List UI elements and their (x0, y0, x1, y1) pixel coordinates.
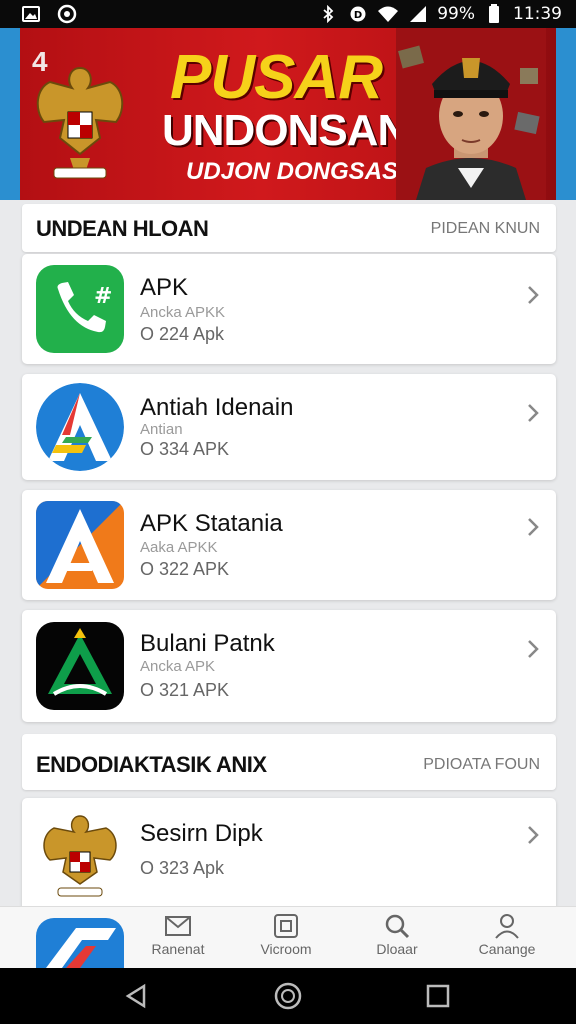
profile-icon (495, 914, 519, 939)
banner-panel: 4 PUSAR UNDONSAN UDJON DONGSAS (20, 28, 556, 200)
a-logo-app-icon (36, 383, 124, 471)
chevron-right-icon (528, 826, 539, 844)
nav-label: Vicroom (260, 941, 312, 957)
app-size: O 321 APK (140, 680, 230, 700)
app-name: Antiah Idenain (140, 394, 294, 421)
app-developer: Ancka APK (140, 658, 216, 675)
chevron-right-icon (528, 518, 539, 536)
svg-text:D: D (354, 10, 362, 21)
search-icon (385, 914, 410, 939)
app-size: O 334 APK (140, 439, 230, 459)
garuda-emblem-icon (36, 66, 124, 179)
section-header-top: UNDEAN HLOAN PIDEAN KNUN (22, 204, 556, 252)
battery-percent: 99% (437, 4, 475, 24)
app-list-item[interactable]: Sesirn Dipk O 323 Apk (22, 798, 556, 918)
banner-title: PUSAR (170, 43, 383, 112)
app-name: Bulani Patnk (140, 630, 275, 657)
app-name: APK Statania (140, 510, 283, 537)
app-list-item[interactable]: APK Statania Aaka APKK O 322 APK (22, 490, 556, 600)
app-list-item[interactable]: # APK Ancka APKK O 224 Apk (22, 254, 556, 364)
back-icon[interactable] (122, 982, 150, 1010)
chevron-right-icon (528, 404, 539, 422)
system-navigation-bar (0, 968, 576, 1024)
gallery-icon (20, 3, 42, 25)
mail-icon (165, 916, 191, 936)
app-size: O 323 Apk (140, 858, 225, 878)
notification-icon (56, 3, 78, 25)
nav-item-ranenat[interactable]: Ranenat (133, 913, 223, 957)
section-header-bottom: ENDODIAKTASIK ANIX PDIOATA FOUN (22, 734, 556, 790)
app-developer: Antian (140, 421, 183, 438)
nav-item-dloaar[interactable]: Dloaar (352, 913, 442, 957)
app-developer: Aaka APKK (140, 539, 218, 556)
green-triangle-app-icon (36, 622, 124, 710)
section-more-link[interactable]: PIDEAN KNUN (431, 220, 540, 238)
recents-icon[interactable] (424, 982, 452, 1010)
banner-subtitle: UNDONSAN (162, 106, 409, 155)
battery-icon (483, 3, 505, 25)
chevron-right-icon (528, 286, 539, 304)
home-icon[interactable] (274, 982, 302, 1010)
officer-portrait-icon (396, 28, 546, 200)
signal-icon (407, 3, 429, 25)
nav-item-canange[interactable]: Canange (462, 913, 552, 957)
bluetooth-icon (317, 3, 339, 25)
svg-text:#: # (94, 284, 112, 309)
app-size: O 224 Apk (140, 324, 225, 344)
status-bar: D 99% 11:39 (0, 0, 576, 28)
app-name: APK (140, 274, 189, 301)
section-more-link[interactable]: PDIOATA FOUN (423, 756, 540, 774)
data-saver-icon: D (347, 3, 369, 25)
garuda-app-icon (36, 812, 124, 900)
phone-app-icon: # (36, 265, 124, 353)
clock: 11:39 (513, 4, 562, 24)
wifi-icon (377, 3, 399, 25)
app-name: Sesirn Dipk (140, 820, 263, 847)
nav-item-vicroom[interactable]: Vicroom (241, 913, 331, 957)
section-title: ENDODIAKTASIK ANIX (36, 752, 267, 777)
banner-tagline: UDJON DONGSAS (186, 158, 399, 185)
app-list-item[interactable]: Bulani Patnk Ancka APK O 321 APK (22, 610, 556, 722)
nav-label: Ranenat (151, 941, 205, 957)
app-list-item[interactable]: Antiah Idenain Antian O 334 APK (22, 374, 556, 480)
nav-label: Dloaar (376, 941, 418, 957)
nav-label: Canange (478, 941, 536, 957)
section-title: UNDEAN HLOAN (36, 216, 209, 241)
peek-app-icon[interactable] (36, 918, 124, 968)
a-triangle-app-icon (36, 501, 124, 589)
promo-banner[interactable]: 4 PUSAR UNDONSAN UDJON DONGSAS (0, 28, 576, 200)
chevron-right-icon (528, 640, 539, 658)
app-developer: Ancka APKK (140, 304, 226, 321)
app-size: O 322 APK (140, 559, 230, 579)
square-icon (274, 914, 298, 938)
